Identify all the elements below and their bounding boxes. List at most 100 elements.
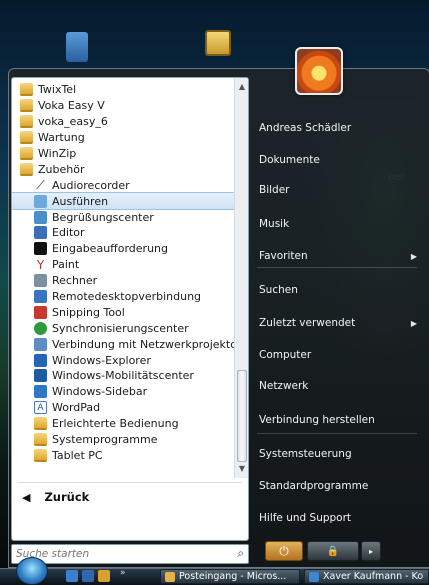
program-item-label: Audiorecorder [52,178,130,192]
program-item[interactable]: Systemprogramme [12,432,234,448]
lock-button[interactable]: 🔒 [307,541,359,561]
power-button[interactable]: ⏻ [265,541,303,561]
user-avatar[interactable] [295,47,343,95]
notepad-icon [34,226,47,240]
program-item-label: Windows-Mobilitätscenter [52,369,194,383]
start-menu-link-label: Dokumente [259,154,320,166]
program-item[interactable]: Windows-Explorer [12,352,234,368]
paint-icon: Y [36,257,45,272]
program-item[interactable]: Wartung [12,130,234,146]
snipping-tool-icon [34,305,47,319]
folder-icon [20,162,33,176]
program-item[interactable]: Synchronisierungscenter [12,320,234,336]
program-item[interactable]: Eingabeaufforderung [12,241,234,257]
program-item[interactable]: Windows-Mobilitätscenter [12,368,234,384]
folder-icon [34,448,47,462]
submenu-arrow-icon: ▶ [410,318,417,328]
start-menu-link[interactable]: Favoriten ▶ [257,245,425,267]
start-orb-button[interactable] [16,557,48,585]
taskbar-button-label: Xaver Kaufmann - Ko [323,571,424,582]
taskbar-button-label: Posteingang - Micros... [179,571,287,582]
mobility-center-icon [34,369,47,383]
program-item-label: Tablet PC [52,448,103,462]
scroll-up-icon[interactable]: ▲ [235,80,248,94]
programs-scrollbar[interactable]: ▲ ▼ [234,78,248,478]
program-item[interactable]: Erleichterte Bedienung [12,416,234,432]
lock-icon: 🔒 [326,545,340,557]
program-item[interactable]: voka_easy_6 [12,114,234,130]
desktop-file-icon[interactable] [66,32,88,62]
start-menu-link[interactable]: Dokumente [257,149,425,171]
taskbar-button-contact[interactable]: Xaver Kaufmann - Ko [304,569,429,584]
start-menu-link-label: Favoriten [259,250,308,262]
program-item[interactable]: Snipping Tool [12,304,234,320]
folder-icon [20,115,33,129]
program-item-label: WordPad [52,401,101,415]
program-item-label: Erleichterte Bedienung [52,417,179,431]
program-item[interactable]: TwixTel [12,82,234,98]
back-button[interactable]: ◀ Zurück [22,490,89,504]
program-item[interactable]: Ausführen [12,192,235,211]
program-item-label: Verbindung mit Netzwerkprojektor [52,337,234,351]
program-item[interactable]: Editor [12,225,234,241]
network-projector-icon [34,337,47,351]
power-icon: ⏻ [279,543,289,558]
program-item-label: Ausführen [52,194,109,208]
program-item-label: TwixTel [38,83,77,97]
program-item-label: Paint [52,258,80,272]
program-item[interactable]: Zubehör [12,161,234,177]
command-prompt-icon [34,242,47,256]
program-item-label: Editor [52,226,85,240]
scroll-down-icon[interactable]: ▼ [235,462,248,476]
start-menu-link[interactable]: Standardprogramme [257,475,425,497]
quick-launch-folder-icon[interactable] [98,570,110,582]
folder-icon [20,147,33,160]
calculator-icon [34,274,47,288]
program-item[interactable]: ⟋ Audiorecorder [12,177,234,193]
wordpad-icon: A [34,401,47,415]
start-menu-link[interactable]: Netzwerk [257,375,425,397]
start-menu-link-label: Hilfe und Support [259,512,352,524]
program-item[interactable]: Voka Easy V [12,98,234,114]
show-desktop-icon[interactable] [66,570,78,582]
program-item[interactable]: Rechner [12,273,234,289]
program-item-label: Eingabeaufforderung [52,242,168,256]
folder-icon [34,433,47,447]
program-item-label: Systemprogramme [52,433,158,447]
program-item[interactable]: Remotedesktopverbindung [12,289,234,305]
sync-center-icon [34,321,47,335]
quick-launch-overflow-icon[interactable]: » [120,568,126,578]
start-menu-link-label: Suchen [259,284,298,296]
back-arrow-icon: ◀ [22,490,31,504]
start-menu-link-label: Verbindung herstellen [259,414,375,426]
program-item[interactable]: Y Paint [12,257,234,273]
desktop-shortcut-icon[interactable] [205,30,231,56]
start-menu-link[interactable]: Systemsteuerung [257,443,425,465]
program-item[interactable]: Windows-Sidebar [12,384,234,400]
contact-card-icon [309,571,319,582]
start-menu-link[interactable]: Suchen [257,279,425,301]
start-menu-link-label: Zuletzt verwendet [259,317,356,329]
shutdown-options-button[interactable]: ▸ [361,541,381,561]
program-item[interactable]: Tablet PC [12,447,234,463]
remote-desktop-icon [34,290,47,304]
program-item-label: Voka Easy V [38,99,105,113]
taskbar-button-outlook[interactable]: Posteingang - Micros... [160,569,300,584]
program-item[interactable]: A WordPad [12,400,234,416]
start-menu-link[interactable]: Zuletzt verwendet ▶ [257,312,425,334]
start-menu-link[interactable]: Andreas Schädler [257,117,425,139]
program-item[interactable]: WinZip [12,146,234,162]
start-menu-link[interactable]: Musik [257,213,425,235]
run-icon [34,194,47,208]
start-menu-link[interactable]: Bilder [257,179,425,201]
switch-windows-icon[interactable] [82,570,94,582]
program-item[interactable]: Begrüßungscenter [12,209,234,225]
scrollbar-thumb[interactable] [237,370,247,462]
start-menu-link[interactable]: Computer [257,344,425,366]
start-menu-link[interactable]: Verbindung herstellen [257,409,425,431]
start-menu-link[interactable]: Hilfe und Support [257,507,425,529]
search-box[interactable]: ⌕ [11,544,249,564]
program-item[interactable]: Verbindung mit Netzwerkprojektor [12,336,234,352]
search-icon[interactable]: ⌕ [237,546,244,561]
right-pane-separator [257,433,417,434]
